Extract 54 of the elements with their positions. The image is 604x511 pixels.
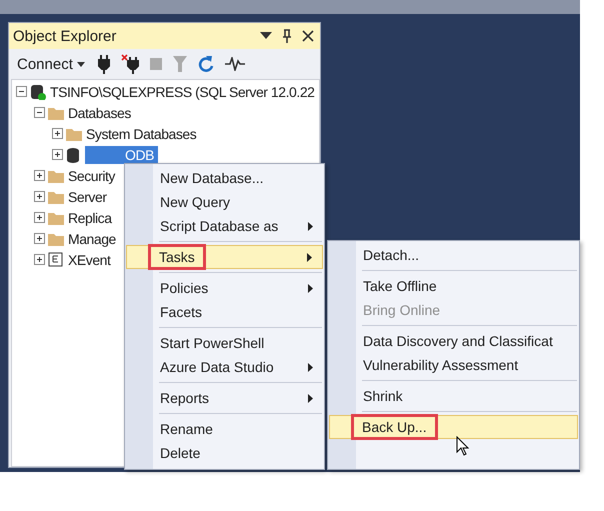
menu-item[interactable]: Delete xyxy=(126,441,323,465)
submenu-arrow-icon xyxy=(308,362,313,372)
close-icon[interactable] xyxy=(302,30,314,42)
menu-item[interactable]: Start PowerShell xyxy=(126,331,323,355)
submenu-arrow-icon xyxy=(308,284,313,292)
event-icon xyxy=(48,252,64,268)
submenu-arrow-icon xyxy=(307,252,312,262)
menu-item[interactable]: Reports xyxy=(126,386,323,410)
activity-monitor-icon[interactable] xyxy=(224,57,245,71)
server-icon xyxy=(30,84,46,100)
menu-item[interactable]: New Database... xyxy=(126,166,323,190)
menu-item[interactable]: Azure Data Studio xyxy=(126,355,323,379)
submenu-arrow-icon xyxy=(308,394,313,402)
tree-item[interactable]: Manage xyxy=(67,230,117,248)
expand-icon[interactable] xyxy=(34,233,45,244)
menu-item[interactable]: Policies xyxy=(126,276,323,300)
menu-item[interactable]: Tasks xyxy=(126,245,323,269)
expand-icon[interactable] xyxy=(34,212,45,223)
expand-icon[interactable] xyxy=(34,191,45,202)
tree-item[interactable]: Databases xyxy=(67,104,132,122)
collapse-icon[interactable] xyxy=(34,107,45,118)
tree-item[interactable]: Server xyxy=(67,188,108,206)
menu-item[interactable]: Back Up... xyxy=(329,415,578,439)
menu-item[interactable]: New Query xyxy=(126,190,323,214)
menu-item[interactable]: Script Database as xyxy=(126,214,323,238)
collapse-icon[interactable] xyxy=(16,86,27,97)
menu-item[interactable]: Detach... xyxy=(329,243,578,267)
expand-icon[interactable] xyxy=(52,149,63,160)
caret-icon[interactable] xyxy=(76,62,85,66)
tree-item[interactable]: TSINFO\SQLEXPRESS (SQL Server 12.0.22 xyxy=(49,82,316,100)
expand-icon[interactable] xyxy=(34,254,45,265)
tree-item[interactable]: Security xyxy=(67,166,116,184)
menu-item[interactable]: Rename xyxy=(126,417,323,441)
disconnect-plug-icon[interactable] xyxy=(120,54,139,74)
tree-item[interactable]: Replica xyxy=(67,208,113,226)
database-icon xyxy=(66,146,82,162)
submenu-arrow-icon xyxy=(308,222,313,230)
expand-icon[interactable] xyxy=(34,170,45,181)
pin-icon[interactable] xyxy=(282,29,292,43)
tree-item[interactable]: XEvent xyxy=(67,250,112,268)
menu-item[interactable]: Facets xyxy=(126,300,323,324)
panel-title: Object Explorer xyxy=(13,28,118,44)
tree-item[interactable]: ODB xyxy=(85,146,158,164)
refresh-icon[interactable] xyxy=(198,55,214,73)
expand-icon[interactable] xyxy=(52,128,63,139)
menu-item[interactable]: Vulnerability Assessment xyxy=(329,353,578,377)
connect-button[interactable]: Connect xyxy=(15,54,87,74)
dropdown-icon[interactable] xyxy=(260,32,272,40)
menu-item[interactable]: Shrink xyxy=(329,384,578,408)
mouse-pointer-icon xyxy=(456,436,470,456)
menu-item[interactable]: Data Discovery and Classificat xyxy=(329,329,578,353)
menu-item[interactable]: Take Offline xyxy=(329,274,578,298)
tree-item[interactable]: System Databases xyxy=(85,124,198,142)
plug-icon[interactable] xyxy=(98,54,110,74)
